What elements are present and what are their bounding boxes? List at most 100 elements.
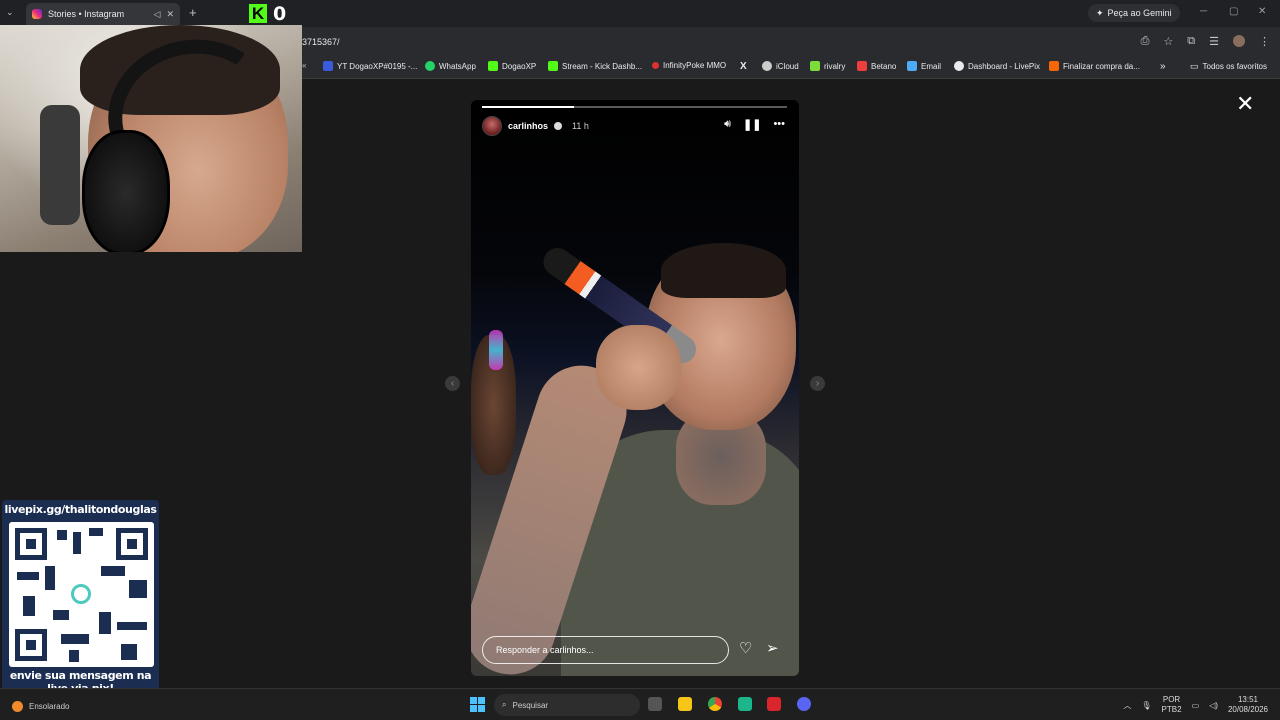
clock-time: 13:51: [1237, 695, 1258, 704]
livepix-url: livepix.gg/thalitondouglas: [4, 503, 157, 516]
bookmark-kick-dashboard[interactable]: Stream - Kick Dashb...: [548, 61, 642, 71]
streaming-app-icon[interactable]: [738, 697, 752, 711]
bookmarks-overflow-icon[interactable]: »: [1160, 61, 1166, 72]
system-tray: ︿ 🎙︎ POR PTB2 ▭ ◁) 13:51 20/08/2026: [1123, 689, 1280, 720]
globe-icon: [954, 61, 964, 71]
email-icon: [907, 61, 917, 71]
tray-overflow-icon[interactable]: ︿: [1123, 700, 1131, 711]
file-explorer-icon[interactable]: [678, 697, 692, 711]
app-red-icon[interactable]: [767, 697, 781, 711]
folder-icon: ▭: [1190, 61, 1199, 71]
microphone-icon[interactable]: 🎙︎: [1141, 701, 1151, 710]
weather-widget[interactable]: Ensolarado: [12, 701, 69, 712]
qr-finder: [15, 528, 47, 560]
profile-avatar[interactable]: [1233, 35, 1245, 47]
reply-placeholder: Responder a carlinhos...: [496, 645, 594, 655]
taskbar-search[interactable]: ⌕ Pesquisar: [494, 694, 640, 716]
bookmark-label: InfinityPoke MMO: [663, 61, 727, 70]
bookmark-livepix-dashboard[interactable]: Dashboard - LivePix: [954, 61, 1040, 71]
bookmark-finalizar-compra[interactable]: Finalizar compra da...: [1049, 61, 1140, 71]
chrome-icon[interactable]: [708, 697, 722, 711]
close-tab-icon[interactable]: ✕: [166, 9, 174, 20]
livepix-overlay: livepix.gg/thalitondouglas envie sua men…: [2, 500, 159, 702]
qr-module: [129, 580, 147, 598]
qr-module: [117, 622, 147, 630]
reply-input[interactable]: Responder a carlinhos...: [482, 636, 729, 664]
qr-module: [45, 566, 55, 590]
neon-light: [489, 330, 503, 370]
bookmark-icloud[interactable]: iCloud: [762, 61, 799, 71]
desktop-screen: ⌄ Stories • Instagram ◁ ✕ + ✦ Peça ao Ge…: [0, 0, 1280, 720]
qr-module: [121, 644, 137, 660]
maximize-icon[interactable]: ▢: [1229, 6, 1238, 17]
windows-start-icon[interactable]: [470, 697, 485, 712]
gemini-button[interactable]: ✦ Peça ao Gemini: [1088, 4, 1180, 22]
bookmark-star-icon[interactable]: ☆: [1163, 35, 1173, 48]
speaker-icon[interactable]: ◁): [1209, 701, 1218, 710]
bookmark-dogaoxp[interactable]: DogaoXP: [488, 61, 536, 71]
tab-stories-instagram[interactable]: Stories • Instagram ◁ ✕: [26, 3, 180, 25]
story-controls: 🔊︎ ❚❚ •••: [724, 118, 785, 131]
tab-title: Stories • Instagram: [48, 9, 125, 19]
pause-icon[interactable]: ❚❚: [743, 118, 761, 131]
webcam-overlay: [0, 25, 302, 252]
address-bar[interactable]: 3715367/: [302, 37, 340, 47]
discord-icon[interactable]: [797, 697, 811, 711]
bookmarks-overflow-left[interactable]: «: [302, 61, 306, 70]
favorites-label: Todos os favoritos: [1202, 62, 1267, 71]
bookmark-label: iCloud: [776, 61, 799, 71]
volume-icon[interactable]: 🔊︎: [724, 118, 731, 131]
audio-icon[interactable]: ◁: [154, 9, 161, 20]
task-view-icon[interactable]: [648, 697, 662, 711]
story-username[interactable]: carlinhos: [508, 121, 548, 131]
share-send-icon[interactable]: ➢: [766, 641, 779, 657]
minimize-icon[interactable]: ─: [1200, 6, 1207, 17]
keyboard-layout: PTB2: [1161, 705, 1182, 714]
bookmark-label: Email: [921, 61, 942, 71]
like-heart-icon[interactable]: ♡: [739, 641, 752, 657]
tab-search-icon[interactable]: ☰: [1209, 35, 1219, 48]
qr-module: [101, 566, 125, 576]
bookmark-whatsapp[interactable]: WhatsApp: [425, 61, 476, 71]
kick-icon: [488, 61, 498, 71]
install-app-icon[interactable]: ⎙: [1141, 35, 1150, 48]
menu-icon[interactable]: ⋮: [1259, 35, 1270, 48]
bookmark-label: Betano: [871, 61, 897, 71]
kick-viewer-count: 0: [273, 3, 287, 25]
livepix-logo-icon: [71, 584, 91, 604]
bookmark-betano[interactable]: Betano: [857, 61, 896, 71]
clock-date: 20/08/2026: [1227, 705, 1268, 714]
bookmark-label: WhatsApp: [439, 61, 476, 71]
browser-titlebar: ⌄ Stories • Instagram ◁ ✕ + ✦ Peça ao Ge…: [0, 0, 1280, 27]
network-icon[interactable]: ▭: [1192, 701, 1200, 710]
story-avatar[interactable]: [482, 116, 502, 136]
search-placeholder: Pesquisar: [512, 700, 549, 710]
qr-module: [53, 610, 69, 620]
story-frame[interactable]: carlinhos 11 h 🔊︎ ❚❚ •••: [471, 100, 799, 676]
bookmark-email[interactable]: Email: [907, 61, 941, 71]
bookmark-rivalry[interactable]: rivalry: [810, 61, 845, 71]
gemini-icon: ✦: [1096, 7, 1104, 18]
windows-taskbar: Ensolarado ⌕ Pesquisar ︿ 🎙︎ POR PTB2 ▭ ◁…: [0, 688, 1280, 720]
more-options-icon[interactable]: •••: [773, 118, 785, 131]
bookmark-label: DogaoXP: [502, 61, 537, 71]
close-window-icon[interactable]: ✕: [1258, 6, 1266, 17]
story-progress-bar: [482, 106, 787, 108]
bookmark-label: Dashboard - LivePix: [968, 61, 1041, 71]
language-indicator[interactable]: POR PTB2: [1162, 695, 1182, 715]
all-favorites-folder[interactable]: ▭ Todos os favoritos: [1190, 61, 1267, 72]
qr-code: [9, 522, 154, 667]
bookmark-yt-dogaoxp[interactable]: YT DogaoXP#0195 -...: [323, 61, 417, 71]
tab-list-chevron-icon[interactable]: ⌄: [6, 7, 14, 18]
qr-module: [17, 572, 39, 580]
bookmark-infinitypoke[interactable]: InfinityPoke MMO: [652, 61, 726, 70]
close-story-icon[interactable]: ✕: [1236, 93, 1254, 115]
extensions-icon[interactable]: ⧉: [1187, 35, 1195, 48]
instagram-icon: [32, 9, 42, 19]
previous-story-icon[interactable]: ‹: [445, 376, 460, 391]
clock[interactable]: 13:51 20/08/2026: [1228, 695, 1268, 715]
next-story-icon[interactable]: ›: [810, 376, 825, 391]
new-tab-button[interactable]: +: [189, 5, 197, 20]
bookmark-x[interactable]: X: [740, 61, 747, 72]
gaming-chair: [40, 105, 80, 225]
